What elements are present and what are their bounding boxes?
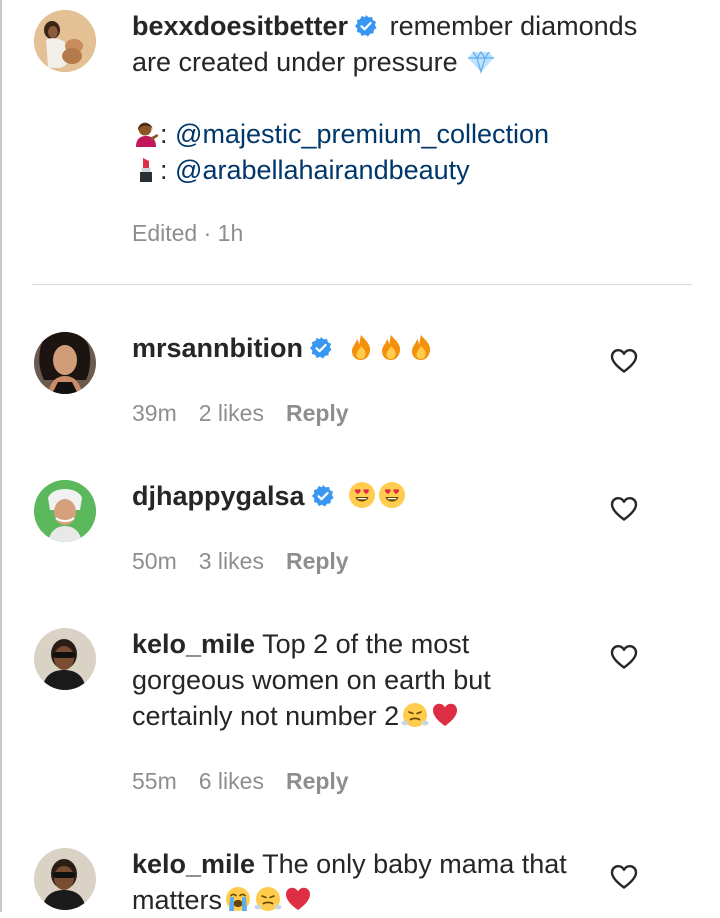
comment-username[interactable]: kelo_mile: [132, 849, 255, 879]
comment-text: kelo_mile The only baby mama that matter…: [132, 846, 602, 918]
verified-badge-icon: [354, 14, 378, 38]
comment-meta: 55m 6 likes Reply: [132, 768, 371, 795]
caption-text: bexxdoesitbetter remember diamonds are c…: [132, 8, 662, 188]
caption-meta: Edited · 1h: [132, 220, 265, 247]
mention-majestic-premium-collection[interactable]: @majestic_premium_collection: [175, 119, 549, 149]
left-frame-border: [0, 0, 2, 912]
comment-text-line2: matters: [132, 885, 223, 915]
caption-text-line1: remember diamonds: [389, 11, 638, 41]
comment-username[interactable]: kelo_mile: [132, 629, 255, 659]
like-heart-icon[interactable]: [610, 644, 638, 670]
comment-time: 39m: [132, 400, 177, 426]
caption-username[interactable]: bexxdoesitbetter: [132, 11, 348, 41]
comment-text-line1: The only baby mama that: [262, 849, 567, 879]
avatar[interactable]: [34, 480, 96, 542]
comment-meta: 39m 2 likes Reply: [132, 400, 371, 427]
heart-eyes-face-icon: [378, 481, 406, 509]
verified-badge-icon: [311, 484, 335, 508]
red-heart-icon: [284, 885, 312, 913]
comment-text-line3: certainly not number 2: [132, 701, 400, 731]
avatar[interactable]: [34, 848, 96, 910]
gem-stone-icon: [467, 47, 495, 75]
comment-username[interactable]: djhappygalsa: [132, 481, 305, 511]
avatar[interactable]: [34, 628, 96, 690]
avatar[interactable]: [34, 332, 96, 394]
face-with-steam-icon: [254, 885, 282, 913]
comment-text-line2: gorgeous women on earth but: [132, 665, 491, 695]
comment-likes[interactable]: 6 likes: [199, 768, 264, 794]
like-heart-icon[interactable]: [610, 348, 638, 374]
credit1-separator: :: [160, 119, 168, 149]
comment-text: mrsannbition: [132, 330, 602, 366]
credit2-separator: :: [160, 155, 168, 185]
fire-icon: [377, 333, 405, 361]
reply-button[interactable]: Reply: [286, 400, 349, 426]
reply-button[interactable]: Reply: [286, 768, 349, 794]
comment-time: 55m: [132, 768, 177, 794]
lipstick-icon: [132, 155, 160, 183]
mention-arabellahairandbeauty[interactable]: @arabellahairandbeauty: [175, 155, 470, 185]
like-heart-icon[interactable]: [610, 864, 638, 890]
red-heart-icon: [431, 701, 459, 729]
comment-text-line1: Top 2 of the most: [262, 629, 470, 659]
reply-button[interactable]: Reply: [286, 548, 349, 574]
heart-eyes-face-icon: [348, 481, 376, 509]
fire-icon: [347, 333, 375, 361]
comment-text: kelo_mile Top 2 of the most gorgeous wom…: [132, 626, 602, 734]
comment-meta: 50m 3 likes Reply: [132, 548, 371, 575]
comment-username[interactable]: mrsannbition: [132, 333, 303, 363]
verified-badge-icon: [309, 336, 333, 360]
caption-edited-time: Edited · 1h: [132, 220, 244, 246]
comment-likes[interactable]: 3 likes: [199, 548, 264, 574]
comment-text: djhappygalsa: [132, 478, 602, 514]
fire-icon: [407, 333, 435, 361]
avatar[interactable]: [34, 10, 96, 72]
woman-tipping-hand-icon: [132, 119, 160, 147]
loudly-crying-face-icon: [224, 885, 252, 913]
comment-time: 50m: [132, 548, 177, 574]
like-heart-icon[interactable]: [610, 496, 638, 522]
face-with-steam-icon: [401, 701, 429, 729]
caption-divider: [32, 284, 692, 285]
comment-likes[interactable]: 2 likes: [199, 400, 264, 426]
caption-text-line2: are created under pressure: [132, 47, 458, 77]
